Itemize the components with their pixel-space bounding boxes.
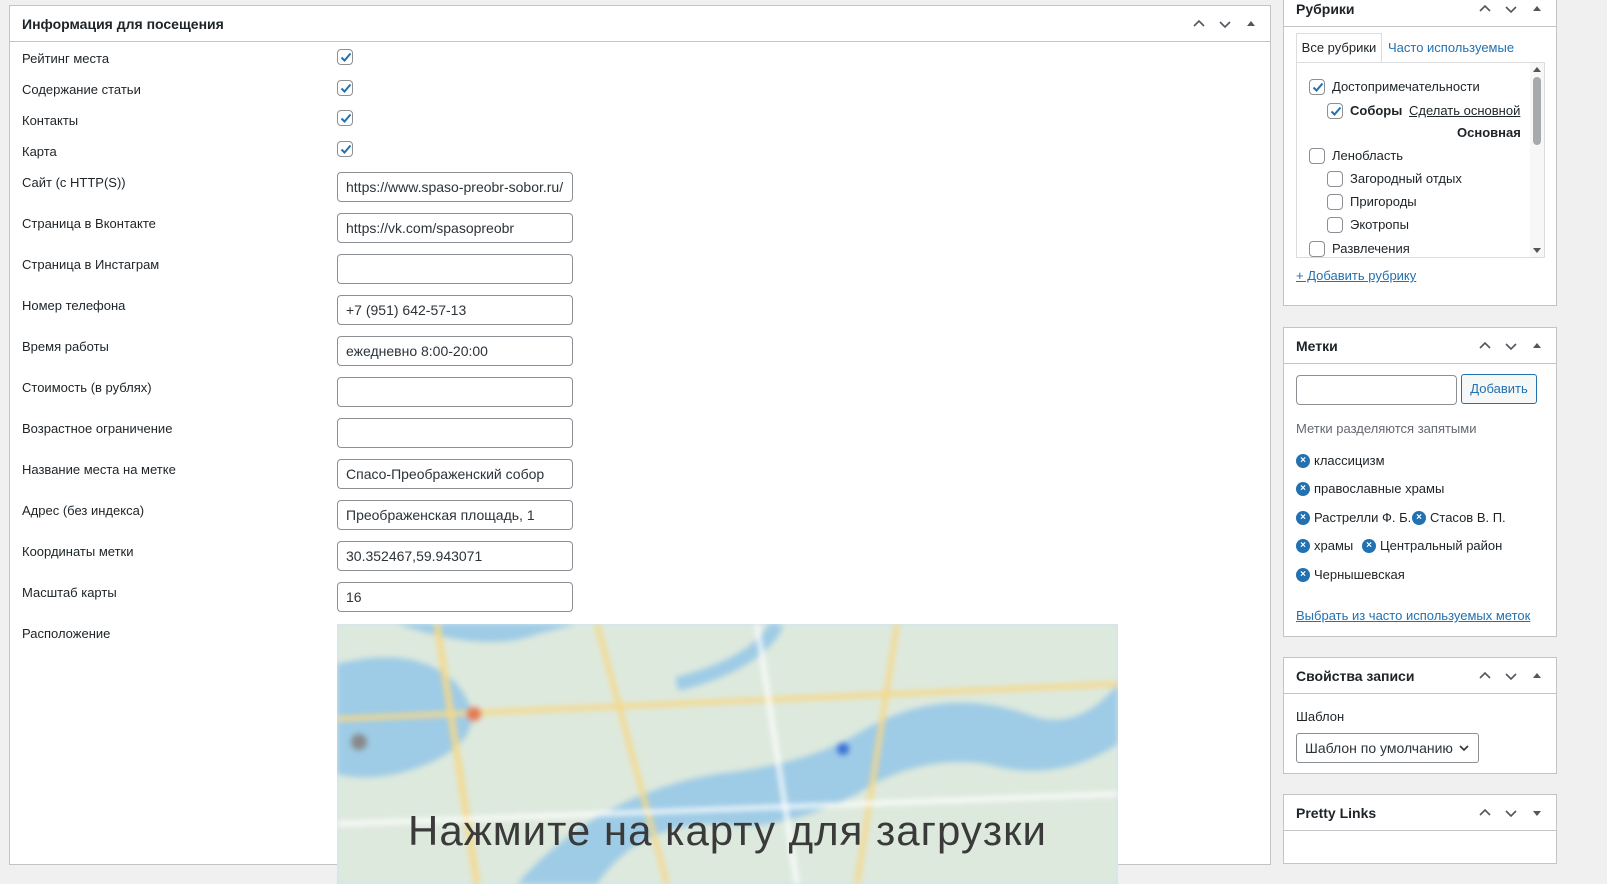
template-label: Шаблон <box>1296 709 1345 724</box>
remove-tag-icon[interactable]: × <box>1296 538 1310 553</box>
add-tag-button[interactable]: Добавить <box>1461 374 1537 404</box>
metabox-title: Информация для посещения <box>22 16 224 32</box>
remove-tag-icon[interactable]: × <box>1296 510 1310 525</box>
tab-all-categories[interactable]: Все рубрики <box>1296 33 1382 63</box>
place-name-input[interactable]: Спасо-Преображенский собор <box>337 459 573 489</box>
price-input[interactable] <box>337 377 573 407</box>
contacts-checkbox[interactable] <box>337 110 353 126</box>
toggle-panel-icon[interactable] <box>1524 663 1550 689</box>
move-up-icon[interactable] <box>1472 800 1498 826</box>
map-checkbox[interactable] <box>337 141 353 157</box>
site-input[interactable]: https://www.spaso-preobr-sobor.ru/ <box>337 172 573 202</box>
move-down-icon[interactable] <box>1498 0 1524 22</box>
field-label-age: Возрастное ограничение <box>22 421 173 436</box>
field-label-content: Содержание статьи <box>22 82 141 97</box>
instagram-input[interactable] <box>337 254 573 284</box>
hours-input[interactable]: ежедневно 8:00-20:00 <box>337 336 573 366</box>
map-caption: Нажмите на карту для загрузки <box>408 807 1047 854</box>
tag-item: × классицизм <box>1296 453 1385 468</box>
coords-input[interactable]: 30.352467,59.943071 <box>337 541 573 571</box>
tag-item: × Чернышевская <box>1296 567 1405 582</box>
pretty-links-title: Pretty Links <box>1296 805 1377 821</box>
scroll-down-icon[interactable] <box>1533 248 1541 253</box>
remove-tag-icon[interactable]: × <box>1362 538 1376 553</box>
tags-hint: Метки разделяются запятыми <box>1296 421 1477 436</box>
field-label-place-name: Название места на метке <box>22 462 176 477</box>
map-preview[interactable]: Нажмите на карту для загрузки <box>337 624 1118 884</box>
field-label-contacts: Контакты <box>22 113 79 128</box>
vk-input[interactable]: https://vk.com/spasopreobr <box>337 213 573 243</box>
rating-checkbox[interactable] <box>337 49 353 65</box>
new-tag-input[interactable] <box>1296 375 1457 405</box>
move-up-icon[interactable] <box>1186 11 1212 37</box>
field-label-zoom: Масштаб карты <box>22 585 117 600</box>
tags-title: Метки <box>1296 338 1338 354</box>
make-primary-link[interactable]: Сделать основной <box>1409 102 1520 120</box>
add-category-link[interactable]: + Добавить рубрику <box>1296 268 1416 283</box>
content-checkbox[interactable] <box>337 80 353 96</box>
scroll-thumb[interactable] <box>1533 77 1541 145</box>
tag-item: × Стасов В. П. <box>1412 510 1506 525</box>
age-input[interactable] <box>337 418 573 448</box>
move-down-icon[interactable] <box>1498 333 1524 359</box>
move-down-icon[interactable] <box>1212 11 1238 37</box>
tag-item: × православные храмы <box>1296 481 1444 496</box>
toggle-panel-icon[interactable] <box>1524 800 1550 826</box>
tags-metabox: Метки Добавить Метки разделяются запятым… <box>1283 327 1557 637</box>
visit-info-metabox: Информация для посещения Рейтинг места С… <box>9 5 1271 884</box>
post-attributes-metabox: Свойства записи Шаблон Шаблон по умолчан… <box>1283 657 1557 774</box>
toggle-panel-icon[interactable] <box>1524 0 1550 22</box>
primary-label: Основная <box>1457 125 1521 140</box>
field-label-instagram: Страница в Инстаграм <box>22 257 160 272</box>
tab-popular-categories[interactable]: Часто используемые <box>1388 33 1514 63</box>
field-label-site: Сайт (с HTTP(S)) <box>22 175 126 190</box>
categories-metabox: Рубрики Все рубрики Часто используемые Д… <box>1283 0 1557 306</box>
tag-item: × Растрелли Ф. Б. <box>1296 510 1411 525</box>
field-label-price: Стоимость (в рублях) <box>22 380 152 395</box>
field-label-location: Расположение <box>22 626 111 641</box>
remove-tag-icon[interactable]: × <box>1412 510 1426 525</box>
remove-tag-icon[interactable]: × <box>1296 481 1310 496</box>
tag-item: × Центральный район <box>1362 538 1502 553</box>
choose-popular-tags-link[interactable]: Выбрать из часто используемых меток <box>1296 608 1530 623</box>
field-label-phone: Номер телефона <box>22 298 126 313</box>
address-input[interactable]: Преображенская площадь, 1 <box>337 500 573 530</box>
move-down-icon[interactable] <box>1498 663 1524 689</box>
field-label-rating: Рейтинг места <box>22 51 110 66</box>
move-up-icon[interactable] <box>1472 333 1498 359</box>
field-label-hours: Время работы <box>22 339 109 354</box>
remove-tag-icon[interactable]: × <box>1296 453 1310 468</box>
remove-tag-icon[interactable]: × <box>1296 567 1310 582</box>
toggle-panel-icon[interactable] <box>1524 333 1550 359</box>
template-select[interactable]: Шаблон по умолчанию <box>1296 733 1479 763</box>
move-up-icon[interactable] <box>1472 663 1498 689</box>
tag-item: × храмы <box>1296 538 1353 553</box>
toggle-panel-icon[interactable] <box>1238 11 1264 37</box>
pretty-links-metabox: Pretty Links <box>1283 794 1557 864</box>
post-attributes-title: Свойства записи <box>1296 668 1415 684</box>
checklist-scrollbar[interactable] <box>1530 63 1544 257</box>
metabox-header: Информация для посещения <box>10 6 1270 42</box>
phone-input[interactable]: +7 (951) 642-57-13 <box>337 295 573 325</box>
field-label-coords: Координаты метки <box>22 544 134 559</box>
field-label-map: Карта <box>22 144 57 159</box>
move-up-icon[interactable] <box>1472 0 1498 22</box>
field-label-address: Адрес (без индекса) <box>22 503 145 518</box>
zoom-input[interactable]: 16 <box>337 582 573 612</box>
scroll-up-icon[interactable] <box>1533 67 1541 72</box>
move-down-icon[interactable] <box>1498 800 1524 826</box>
categories-title: Рубрики <box>1296 1 1355 17</box>
field-label-vk: Страница в Вконтакте <box>22 216 156 231</box>
chevron-down-icon <box>1459 745 1469 752</box>
category-checklist: Достопримечательности Соборы Сделать осн… <box>1296 62 1545 258</box>
